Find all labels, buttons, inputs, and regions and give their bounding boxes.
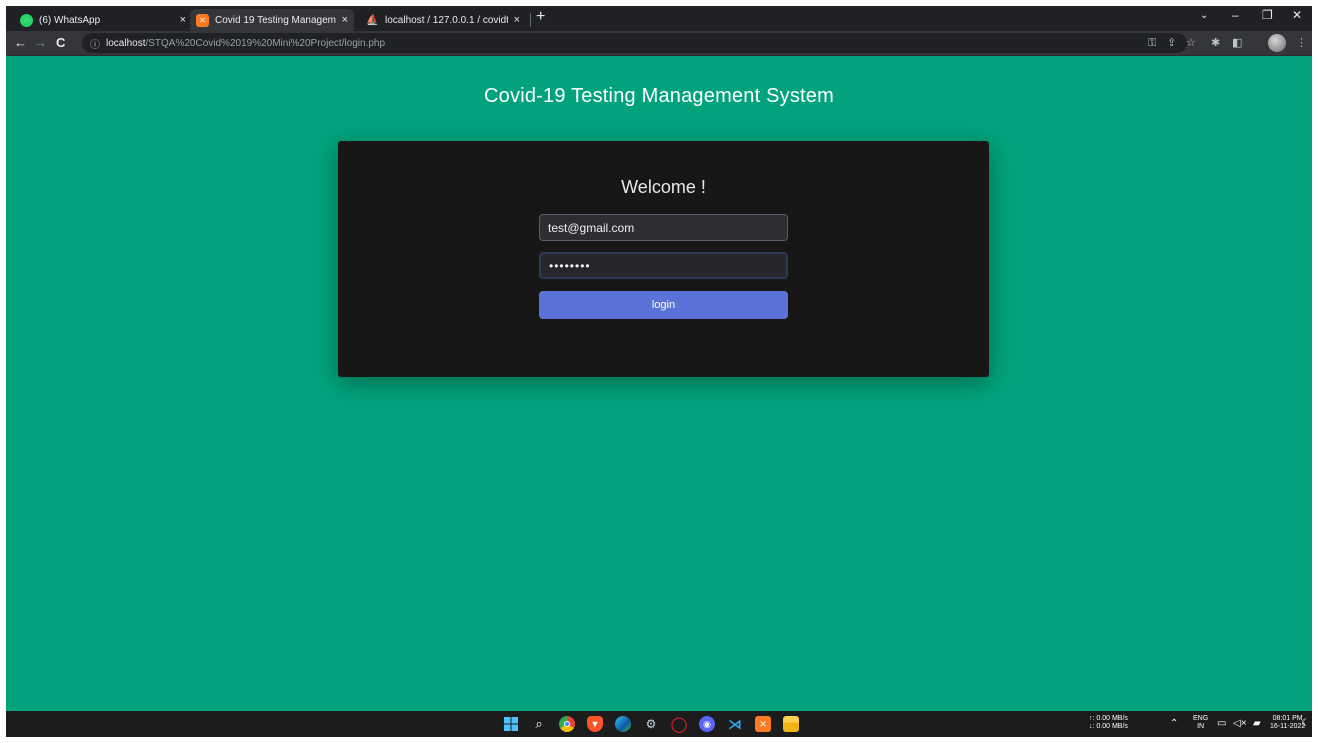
- restore-button[interactable]: ❐: [1262, 8, 1273, 22]
- close-icon[interactable]: ×: [342, 14, 348, 26]
- net-up: ↑: 0.00 MB/s: [1089, 715, 1128, 722]
- vscode-icon[interactable]: ⋊: [727, 716, 743, 732]
- password-key-icon[interactable]: ⚿: [1148, 36, 1156, 50]
- tab-phpmyadmin[interactable]: ⛵ localhost / 127.0.0.1 / covidtmsdb / ×: [360, 9, 526, 31]
- taskbar: ⌕ ▼ ⚙ ◯ ◉ ⋊ ✕ ↑: 0.00 MB/s ↓: 0.00 MB/s …: [6, 711, 1312, 737]
- browser-tab-strip: ◌ (6) WhatsApp × ✕ Covid 19 Testing Mana…: [6, 6, 1312, 31]
- bookmark-star-icon[interactable]: ☆: [1186, 36, 1196, 50]
- minimize-button[interactable]: –: [1232, 8, 1239, 22]
- address-bar[interactable]: ⓘ localhost /STQA%20Covid%2019%20Mini%20…: [82, 33, 1187, 53]
- url-path: /STQA%20Covid%2019%20Mini%20Project/logi…: [145, 37, 386, 49]
- tab-separator: [530, 13, 531, 27]
- chevron-up-icon[interactable]: ⌃: [1170, 719, 1178, 729]
- clock-time: 08:01 PM: [1272, 715, 1303, 722]
- network-icon[interactable]: ▭: [1217, 719, 1226, 729]
- xampp-icon: ✕: [196, 13, 209, 27]
- share-icon[interactable]: ⇪: [1167, 36, 1176, 50]
- tab-search-icon[interactable]: ⌄: [1200, 10, 1208, 21]
- phpmyadmin-icon: ⛵: [366, 14, 379, 26]
- network-speed: ↑: 0.00 MB/s ↓: 0.00 MB/s: [1089, 715, 1128, 731]
- clock[interactable]: 08:01 PM 16-11-2022: [1270, 715, 1305, 731]
- page-title: Covid-19 Testing Management System: [484, 85, 834, 107]
- email-field[interactable]: [539, 214, 788, 241]
- menu-icon[interactable]: ⋮: [1296, 36, 1307, 50]
- new-tab-button[interactable]: +: [536, 8, 545, 26]
- side-panel-icon[interactable]: ◧: [1232, 36, 1242, 50]
- start-icon[interactable]: [503, 716, 519, 732]
- forward-icon[interactable]: →: [34, 35, 47, 51]
- clock-date: 16-11-2022: [1270, 723, 1306, 730]
- opera-icon[interactable]: ◯: [671, 716, 688, 733]
- extensions-icon[interactable]: ✱: [1211, 36, 1220, 50]
- file-explorer-icon[interactable]: [783, 716, 799, 732]
- password-field[interactable]: [539, 252, 788, 279]
- tab-covid-testing[interactable]: ✕ Covid 19 Testing Management Syst ×: [190, 9, 354, 31]
- login-card: Welcome ! login: [338, 141, 989, 377]
- xampp-icon[interactable]: ✕: [755, 716, 771, 732]
- lang-primary: ENG: [1193, 715, 1209, 722]
- volume-muted-icon[interactable]: ◁×: [1233, 719, 1247, 729]
- tab-whatsapp[interactable]: ◌ (6) WhatsApp ×: [14, 9, 192, 31]
- welcome-heading: Welcome !: [621, 177, 706, 197]
- battery-icon[interactable]: ▰: [1253, 719, 1261, 729]
- info-icon[interactable]: ⓘ: [90, 36, 100, 51]
- tab-title: Covid 19 Testing Management Syst: [215, 14, 336, 26]
- discord-icon[interactable]: ◉: [699, 716, 715, 732]
- reload-icon[interactable]: C: [56, 35, 65, 51]
- edge-icon[interactable]: [615, 716, 631, 732]
- notification-icon[interactable]: ☾: [1301, 719, 1310, 729]
- whatsapp-icon: ◌: [20, 13, 33, 27]
- language-indicator[interactable]: ENG IN: [1193, 715, 1208, 731]
- search-icon[interactable]: ⌕: [531, 716, 547, 732]
- close-icon[interactable]: ×: [514, 14, 520, 26]
- tab-title: localhost / 127.0.0.1 / covidtmsdb /: [385, 14, 508, 26]
- net-down: ↓: 0.00 MB/s: [1089, 723, 1128, 730]
- browser-toolbar: ← → C ⓘ localhost /STQA%20Covid%2019%20M…: [6, 31, 1312, 56]
- tab-title: (6) WhatsApp: [39, 14, 101, 26]
- lang-secondary: IN: [1197, 723, 1205, 730]
- profile-avatar[interactable]: [1268, 34, 1286, 52]
- screen: ◌ (6) WhatsApp × ✕ Covid 19 Testing Mana…: [6, 6, 1312, 737]
- url-host: localhost: [106, 37, 146, 49]
- brave-icon[interactable]: ▼: [587, 716, 603, 732]
- chrome-icon[interactable]: [559, 716, 575, 732]
- window-close-button[interactable]: ✕: [1292, 8, 1302, 22]
- login-button[interactable]: login: [539, 291, 788, 319]
- close-icon[interactable]: ×: [180, 14, 186, 26]
- back-icon[interactable]: ←: [14, 35, 27, 51]
- steam-icon[interactable]: ⚙: [643, 716, 659, 732]
